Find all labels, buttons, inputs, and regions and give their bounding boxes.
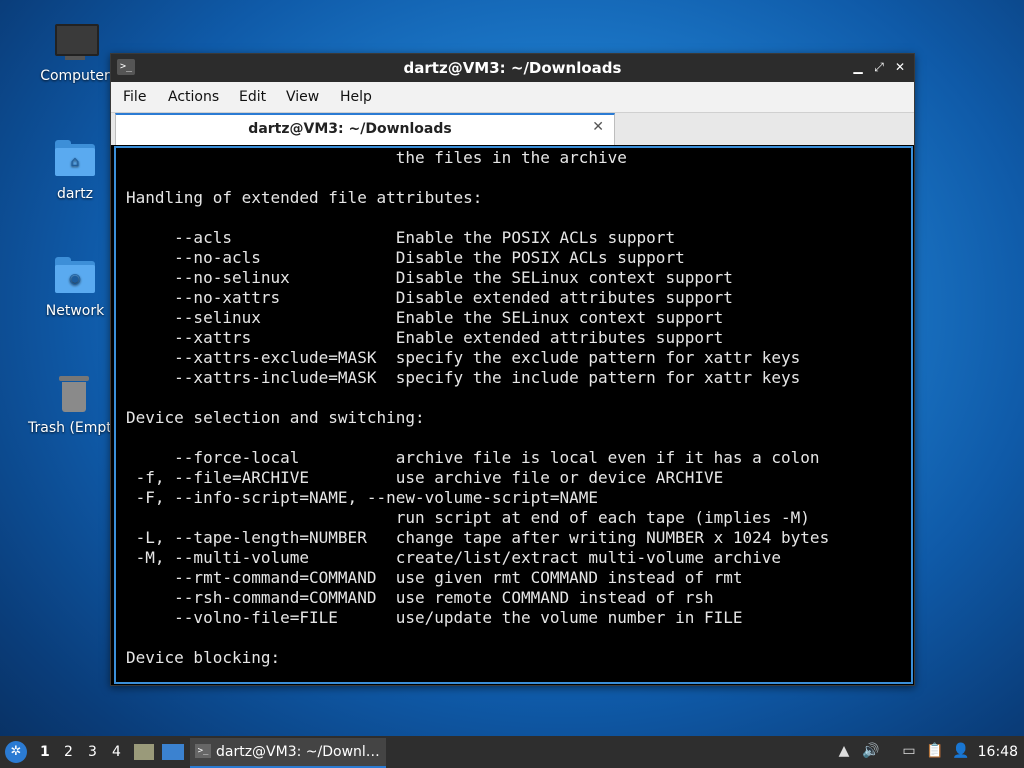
workspace-4[interactable]: 4 [112, 744, 121, 760]
home-folder-icon: ⌂ [53, 138, 97, 182]
workspace-3[interactable]: 3 [88, 744, 97, 760]
user-icon[interactable]: 👤 [952, 743, 970, 761]
clock: 16:48 [977, 744, 1018, 760]
computer-icon [53, 20, 99, 64]
terminal-line: --xattrs Enable extended attributes supp… [126, 328, 724, 347]
terminal-line: --no-acls Disable the POSIX ACLs support [126, 248, 685, 267]
window-titlebar[interactable]: >_ dartz@VM3: ~/Downloads ▁ ⤢ ✕ [111, 54, 914, 82]
taskbar: ✲ 1 2 3 4 >_ dartz@VM3: ~/Downl… ▲ 🔊 ▭ 📋… [0, 736, 1024, 768]
terminal-line: Handling of extended file attributes: [126, 188, 483, 207]
workspace-1[interactable]: 1 [40, 744, 50, 760]
terminal-text: the files in the archive Handling of ext… [116, 148, 911, 668]
terminal-line: Device blocking: [126, 648, 281, 667]
workspace-2[interactable]: 2 [64, 744, 73, 760]
terminal-line: -L, --tape-length=NUMBER change tape aft… [126, 528, 830, 547]
terminal-line: run script at end of each tape (implies … [126, 508, 810, 527]
app-menu-icon[interactable]: ✲ [5, 741, 27, 763]
terminal-icon: >_ [195, 744, 211, 758]
terminal-line: --no-xattrs Disable extended attributes … [126, 288, 733, 307]
menu-file[interactable]: File [123, 89, 146, 105]
network-folder-icon: ◉ [53, 255, 97, 299]
terminal-line: --force-local archive file is local even… [126, 448, 820, 467]
tab-label: dartz@VM3: ~/Downloads [248, 121, 452, 137]
terminal-line: -M, --multi-volume create/list/extract m… [126, 548, 782, 567]
volume-icon[interactable]: 🔊 [862, 743, 880, 761]
close-button[interactable]: ✕ [892, 59, 908, 75]
taskbar-task-terminal[interactable]: >_ dartz@VM3: ~/Downl… [190, 738, 386, 768]
terminal-window[interactable]: >_ dartz@VM3: ~/Downloads ▁ ⤢ ✕ File Act… [110, 53, 915, 686]
menu-view[interactable]: View [286, 89, 319, 105]
terminal-line: --acls Enable the POSIX ACLs support [126, 228, 676, 247]
terminal-line: --selinux Enable the SELinux context sup… [126, 308, 724, 327]
desktop-icon-label: Trash (Empty) [28, 420, 110, 436]
menu-help[interactable]: Help [340, 89, 372, 105]
menu-actions[interactable]: Actions [168, 89, 219, 105]
terminal-line: --rsh-command=COMMAND use remote COMMAND… [126, 588, 714, 607]
terminal-line: --xattrs-exclude=MASK specify the exclud… [126, 348, 801, 367]
terminal-line: -F, --info-script=NAME, --new-volume-scr… [126, 488, 599, 507]
terminal-line: --volno-file=FILE use/update the volume … [126, 608, 743, 627]
maximize-button[interactable]: ⤢ [871, 59, 887, 75]
show-desktop-icon[interactable] [162, 744, 184, 760]
menu-edit[interactable]: Edit [239, 89, 266, 105]
clipboard-icon[interactable]: 📋 [926, 743, 944, 761]
tab-close-icon[interactable]: ✕ [592, 119, 604, 135]
terminal-line: Device selection and switching: [126, 408, 425, 427]
minimize-button[interactable]: ▁ [850, 59, 866, 75]
terminal-line: --xattrs-include=MASK specify the includ… [126, 368, 801, 387]
terminal-line: the files in the archive [126, 148, 627, 167]
terminal-line: -f, --file=ARCHIVE use archive file or d… [126, 468, 724, 487]
menubar: File Actions Edit View Help [111, 82, 914, 113]
tab-bar: dartz@VM3: ~/Downloads ✕ [111, 113, 914, 145]
tab-downloads[interactable]: dartz@VM3: ~/Downloads ✕ [115, 113, 615, 145]
desktop-icon-trash[interactable]: Trash (Empty) [20, 372, 110, 436]
window-title: dartz@VM3: ~/Downloads [403, 59, 622, 77]
file-manager-icon[interactable] [134, 744, 154, 760]
trash-icon [52, 372, 96, 416]
terminal-output[interactable]: the files in the archive Handling of ext… [114, 146, 913, 684]
terminal-line: --rmt-command=COMMAND use given rmt COMM… [126, 568, 743, 587]
network-icon[interactable]: ▭ [900, 743, 918, 761]
terminal-line: --no-selinux Disable the SELinux context… [126, 268, 733, 287]
task-label: dartz@VM3: ~/Downl… [216, 744, 380, 760]
update-icon[interactable]: ▲ [835, 743, 853, 761]
